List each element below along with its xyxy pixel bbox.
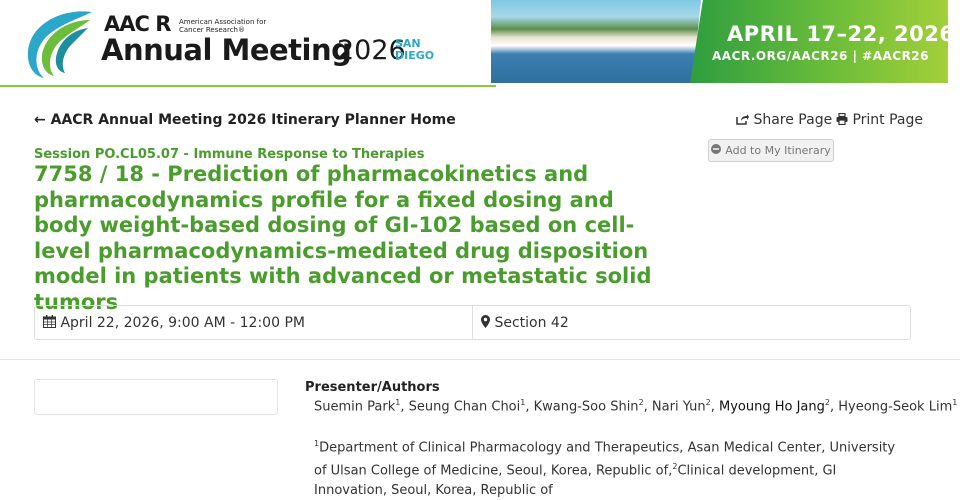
banner-edge	[948, 0, 960, 85]
author: Kwang-Soo Shin	[533, 399, 639, 415]
author: Seung Chan Choi	[408, 399, 521, 415]
author-aff: 1	[952, 398, 958, 407]
session-datetime: April 22, 2026, 9:00 AM - 12:00 PM	[43, 315, 305, 331]
banner-dates: APRIL 17–22, 2026	[727, 22, 955, 46]
share-icon	[736, 114, 749, 125]
banner-photo-harbor	[491, 0, 701, 83]
session-label: Session PO.CL05.07 - Immune Response to …	[34, 147, 425, 162]
section-divider	[0, 359, 960, 360]
sidebar-box	[34, 379, 278, 415]
abstract-title: 7758 / 18 - Prediction of pharmacokineti…	[34, 162, 652, 314]
print-page-link[interactable]: Print Page	[836, 112, 923, 128]
minus-circle-icon	[711, 144, 722, 157]
author-aff: 1	[395, 398, 401, 407]
session-datetime-text: April 22, 2026, 9:00 AM - 12:00 PM	[60, 315, 305, 331]
printer-icon	[836, 113, 848, 125]
calendar-icon	[43, 315, 56, 328]
event-name: Annual Meeting	[101, 33, 352, 67]
banner-logo-area: AAC R American Association for Cancer Re…	[0, 0, 496, 87]
presenting-author: Myoung Ho Jang	[719, 399, 825, 415]
author-aff: 1	[520, 398, 526, 407]
event-city: SAN DIEGO	[395, 37, 435, 62]
info-divider	[472, 306, 473, 339]
arrow-left-icon: ←	[34, 112, 46, 128]
author: Hyeong-Seok Lim	[838, 399, 953, 415]
authors-list: Suemin Park1, Seung Chan Choi1, Kwang-So…	[314, 398, 958, 415]
author-aff: 2	[705, 398, 711, 407]
affiliations: 1Department of Clinical Pharmacology and…	[314, 434, 904, 500]
map-marker-icon	[481, 315, 490, 328]
author: Nari Yun	[651, 399, 706, 415]
banner-links: AACR.ORG/AACR26 | #AACR26	[712, 49, 930, 63]
aacr-swoosh-logo-icon	[27, 11, 92, 78]
itinerary-home-label: AACR Annual Meeting 2026 Itinerary Plann…	[50, 112, 456, 128]
author-aff: 2	[824, 398, 830, 407]
session-location-text: Section 42	[494, 315, 569, 331]
print-page-label: Print Page	[852, 112, 923, 128]
session-location: Section 42	[481, 315, 569, 331]
author-aff: 2	[638, 398, 644, 407]
author: Suemin Park	[314, 399, 396, 415]
share-page-link[interactable]: Share Page	[736, 112, 832, 128]
session-info-bar: April 22, 2026, 9:00 AM - 12:00 PM Secti…	[34, 305, 911, 340]
itinerary-home-link[interactable]: ← AACR Annual Meeting 2026 Itinerary Pla…	[34, 112, 456, 128]
header-banner: AAC R American Association for Cancer Re…	[0, 0, 960, 87]
presenters-heading: Presenter/Authors	[305, 380, 440, 395]
share-page-label: Share Page	[753, 112, 833, 128]
aacr-fullname: American Association for Cancer Research…	[179, 18, 267, 34]
add-to-itinerary-button[interactable]: Add to My Itinerary	[708, 139, 834, 162]
add-to-itinerary-label: Add to My Itinerary	[725, 144, 831, 157]
